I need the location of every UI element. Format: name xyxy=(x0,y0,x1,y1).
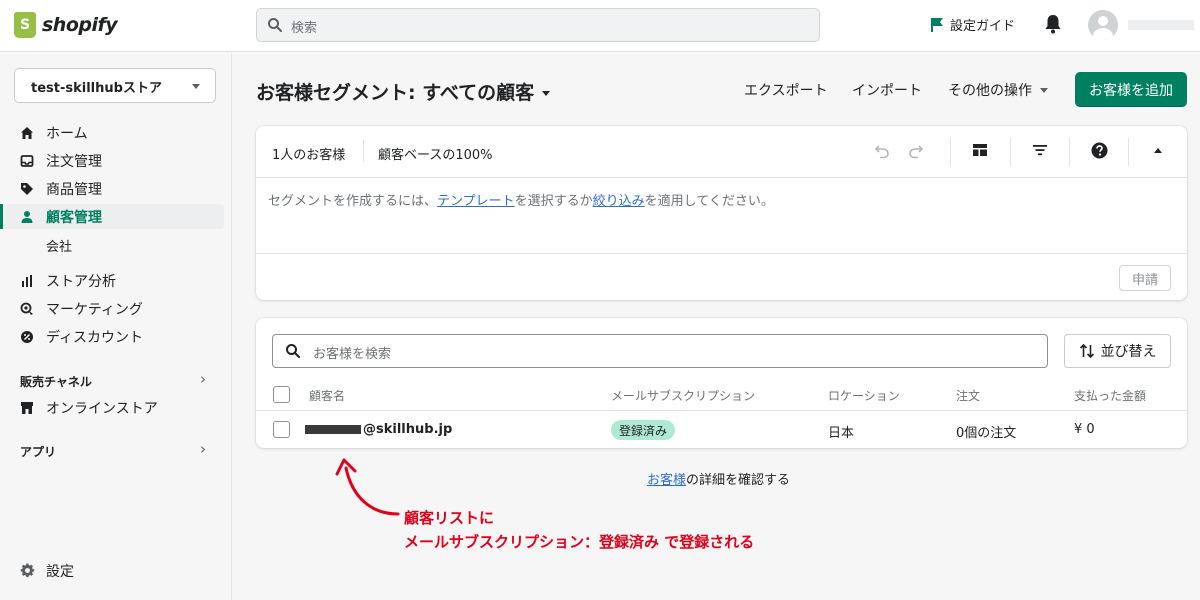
segment-help-text: セグメントを作成するには、テンプレートを選択するか絞り込みを適用してください。 xyxy=(268,194,774,209)
flag-icon xyxy=(931,17,943,32)
more-actions-button[interactable]: その他の操作 xyxy=(948,80,1048,100)
avatar[interactable] xyxy=(1088,10,1118,40)
sidebar-item-label: ディスカウント xyxy=(46,329,144,346)
store-selector[interactable]: test-skillhubストア xyxy=(14,68,216,103)
segment-card: 1人のお客様 顧客ベースの100% セグメントを作成するには、テンプレートを選択… xyxy=(256,126,1187,300)
shopify-logo[interactable]: shopify xyxy=(14,12,118,38)
filter-icon[interactable] xyxy=(1032,142,1048,158)
sort-icon xyxy=(1079,343,1094,359)
logo-text: shopify xyxy=(42,14,118,36)
customer-list-card: お客様を検索 並び替え 顧客名 メールサブスクリプション ロケーション 注文 支… xyxy=(256,318,1187,448)
store-icon xyxy=(0,401,46,415)
sidebar-item-discounts[interactable]: ディスカウント xyxy=(0,324,224,349)
customer-count: 1人のお客様 xyxy=(272,148,346,163)
annotation-arrow xyxy=(335,458,400,516)
add-customer-button[interactable]: お客様を追加 xyxy=(1075,72,1187,107)
caret-down-icon xyxy=(542,90,551,96)
sidebar-item-orders[interactable]: 注文管理 xyxy=(0,148,224,173)
sidebar-item-label: 商品管理 xyxy=(46,181,102,198)
help-icon[interactable] xyxy=(1091,142,1108,159)
customer-base-percent: 顧客ベースの100% xyxy=(378,148,493,163)
search-placeholder: 検索 xyxy=(291,21,318,36)
sidebar-item-label: 設定 xyxy=(46,563,74,580)
redo-icon[interactable] xyxy=(907,142,925,160)
apps-heading: アプリ xyxy=(20,445,57,459)
shopify-bag-icon xyxy=(14,12,36,38)
sidebar-item-home[interactable]: ホーム xyxy=(0,120,224,145)
sidebar-item-label: 顧客管理 xyxy=(46,209,102,226)
target-icon xyxy=(0,302,46,316)
caret-down-icon xyxy=(1040,87,1048,93)
active-indicator xyxy=(0,204,3,229)
sidebar-item-label: 注文管理 xyxy=(46,153,102,170)
sidebar-item-online-store[interactable]: オンラインストア xyxy=(0,395,224,420)
import-button[interactable]: インポート xyxy=(852,80,922,100)
table-row[interactable]: @skillhub.jp 登録済み 日本 0個の注文 ¥ 0 xyxy=(256,412,1187,448)
customer-search-input[interactable]: お客様を検索 xyxy=(272,334,1048,368)
column-header-amount-spent[interactable]: 支払った金額 xyxy=(1074,387,1146,404)
sidebar-item-label: ホーム xyxy=(46,125,88,142)
top-bar: shopify 検索 設定ガイド xyxy=(0,0,1200,52)
column-header-subscription[interactable]: メールサブスクリプション xyxy=(611,387,755,404)
sidebar: test-skillhubストア ホーム 注文管理 商品管理 顧客管理 会社 ス… xyxy=(0,53,232,600)
customer-orders: 0個の注文 xyxy=(956,426,1017,441)
filter-link[interactable]: 絞り込み xyxy=(593,194,645,209)
search-icon xyxy=(286,344,300,358)
sidebar-item-products[interactable]: 商品管理 xyxy=(0,176,224,201)
customer-amount-spent: ¥ 0 xyxy=(1074,422,1095,437)
gear-icon xyxy=(0,563,46,578)
template-link[interactable]: テンプレート xyxy=(437,194,515,209)
sidebar-item-analytics[interactable]: ストア分析 xyxy=(0,268,224,293)
table-header: 顧客名 メールサブスクリプション ロケーション 注文 支払った金額 xyxy=(256,378,1187,411)
select-all-checkbox[interactable] xyxy=(273,386,290,403)
chevron-right-icon[interactable]: › xyxy=(200,370,206,388)
sales-channels-heading: 販売チャネル xyxy=(20,375,92,389)
learn-more-text: お客様の詳細を確認する xyxy=(647,473,791,488)
undo-icon[interactable] xyxy=(873,142,891,160)
setup-guide-button[interactable]: 設定ガイド xyxy=(930,15,1015,34)
column-header-name[interactable]: 顧客名 xyxy=(309,387,345,404)
username-redacted xyxy=(1128,20,1194,30)
customer-name[interactable]: @skillhub.jp xyxy=(305,422,452,437)
setup-guide-label: 設定ガイド xyxy=(950,19,1016,34)
sidebar-item-label: オンラインストア xyxy=(46,400,158,417)
chevron-right-icon[interactable]: › xyxy=(200,440,206,458)
row-checkbox[interactable] xyxy=(273,421,290,438)
annotation-text: 顧客リストに メールサブスクリプション：登録済み で登録される xyxy=(404,509,755,551)
status-badge: 登録済み xyxy=(611,420,676,440)
apply-button[interactable]: 申請 xyxy=(1119,265,1171,291)
sidebar-item-settings[interactable]: 設定 xyxy=(0,558,224,583)
segment-card-header: 1人のお客様 顧客ベースの100% xyxy=(256,126,1187,178)
sidebar-item-label: ストア分析 xyxy=(46,273,116,290)
store-name: test-skillhubストア xyxy=(31,81,162,96)
discount-icon xyxy=(0,330,46,344)
chevron-up-icon[interactable] xyxy=(1153,146,1163,154)
customers-help-link[interactable]: お客様 xyxy=(647,473,686,488)
columns-icon[interactable] xyxy=(972,142,988,158)
bar-chart-icon xyxy=(0,274,46,288)
search-placeholder: お客様を検索 xyxy=(313,347,392,362)
sidebar-item-label: マーケティング xyxy=(46,301,143,318)
sidebar-item-marketing[interactable]: マーケティング xyxy=(0,296,224,321)
sidebar-subitem-companies[interactable]: 会社 xyxy=(46,236,72,255)
person-icon xyxy=(0,210,46,224)
column-header-orders[interactable]: 注文 xyxy=(956,387,980,404)
home-icon xyxy=(0,126,46,140)
tag-icon xyxy=(0,182,46,196)
export-button[interactable]: エクスポート xyxy=(744,80,828,100)
notifications-bell-icon[interactable] xyxy=(1044,14,1062,38)
chevron-down-icon xyxy=(192,84,200,89)
sort-button[interactable]: 並び替え xyxy=(1064,334,1171,368)
inbox-icon xyxy=(0,154,46,168)
column-header-location[interactable]: ロケーション xyxy=(828,387,900,404)
page-title[interactable]: お客様セグメント: すべての顧客 xyxy=(256,78,551,105)
global-search-input[interactable]: 検索 xyxy=(256,8,820,42)
sidebar-item-customers[interactable]: 顧客管理 xyxy=(0,204,224,229)
search-icon xyxy=(268,18,282,32)
customer-location: 日本 xyxy=(828,426,855,441)
redacted-block xyxy=(305,425,361,434)
